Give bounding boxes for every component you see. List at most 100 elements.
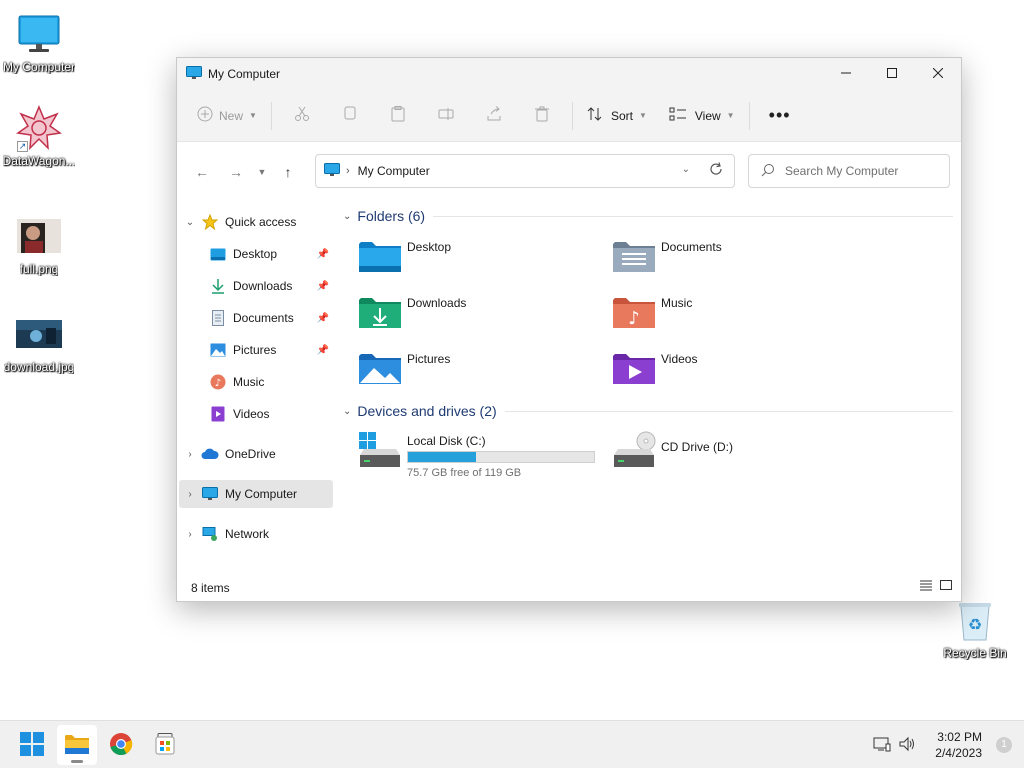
chevron-down-icon: ⌄ xyxy=(343,405,352,417)
chevron-down-icon[interactable]: ⌄ xyxy=(682,164,690,175)
folder-tile-pictures[interactable]: Pictures xyxy=(357,348,607,394)
nav-downloads[interactable]: Downloads 📌 xyxy=(179,272,333,300)
desktop-folder-icon xyxy=(357,236,403,276)
drive-tile-local-disk-c[interactable]: Local Disk (C:) 75.7 GB free of 119 GB xyxy=(357,430,617,479)
nav-documents[interactable]: Documents 📌 xyxy=(179,304,333,332)
network-icon xyxy=(201,526,219,542)
nav-quick-access[interactable]: ⌄ Quick access xyxy=(179,208,333,236)
system-tray: 3:02 PM 2/4/2023 1 xyxy=(873,721,1024,768)
recent-locations-button[interactable]: ▼ xyxy=(251,157,273,187)
start-button[interactable] xyxy=(12,725,52,765)
recycle-bin-icon: ♻ xyxy=(951,596,999,644)
search-box[interactable] xyxy=(748,154,950,188)
hard-drive-icon xyxy=(357,430,403,470)
pin-icon[interactable]: 📌 xyxy=(317,345,329,356)
chevron-right-icon[interactable]: › xyxy=(179,449,201,460)
up-button[interactable]: ↑ xyxy=(273,157,303,187)
more-options-icon: ••• xyxy=(768,105,791,125)
forward-button[interactable]: → xyxy=(221,157,251,187)
details-view-icon[interactable] xyxy=(919,579,933,594)
breadcrumb-my-computer[interactable]: My Computer xyxy=(358,164,430,178)
view-label: View xyxy=(694,108,721,123)
share-button[interactable] xyxy=(470,100,518,132)
volume-icon[interactable] xyxy=(899,736,917,755)
close-icon xyxy=(932,67,944,81)
chevron-down-icon: ▼ xyxy=(726,111,735,120)
svg-text:♪: ♪ xyxy=(215,378,221,389)
nav-my-computer[interactable]: › My Computer xyxy=(179,480,333,508)
folder-tile-downloads[interactable]: Downloads xyxy=(357,292,607,338)
nav-music[interactable]: ♪ Music xyxy=(179,368,333,396)
desktop-icon-label: Recycle Bin xyxy=(943,646,1007,660)
desktop-icon-datawagon[interactable]: ↗ DataWagon... xyxy=(0,104,78,168)
nav-videos[interactable]: Videos xyxy=(179,400,333,428)
maximize-button[interactable] xyxy=(869,58,915,90)
arrow-up-icon: ↑ xyxy=(284,164,292,180)
divider xyxy=(433,215,953,217)
pin-icon[interactable]: 📌 xyxy=(317,313,329,324)
navigation-pane: ⌄ Quick access Desktop 📌 Downloads 📌 Doc… xyxy=(177,202,337,573)
view-button[interactable]: View ▼ xyxy=(661,100,743,132)
sort-button[interactable]: Sort ▼ xyxy=(579,100,655,132)
network-icon[interactable] xyxy=(873,736,891,755)
large-icons-view-icon[interactable] xyxy=(939,579,953,594)
paste-button[interactable] xyxy=(374,100,422,132)
view-list-icon xyxy=(669,107,687,124)
chevron-down-icon[interactable]: ⌄ xyxy=(179,217,201,228)
videos-icon xyxy=(209,406,227,422)
monitor-icon xyxy=(15,10,63,58)
taskbar-file-explorer[interactable] xyxy=(57,725,97,765)
copy-button[interactable] xyxy=(326,100,374,132)
folder-tile-music[interactable]: ♪ Music xyxy=(611,292,861,338)
nav-desktop[interactable]: Desktop 📌 xyxy=(179,240,333,268)
search-input[interactable] xyxy=(785,164,935,178)
folders-section-header[interactable]: ⌄ Folders (6) xyxy=(343,208,953,224)
chevron-down-icon: ▼ xyxy=(249,111,257,120)
clock[interactable]: 3:02 PM 2/4/2023 xyxy=(935,729,982,761)
scissors-icon xyxy=(294,106,310,125)
minimize-button[interactable] xyxy=(823,58,869,90)
desktop-icon-recycle-bin[interactable]: ♻ Recycle Bin xyxy=(936,596,1014,660)
pin-icon[interactable]: 📌 xyxy=(317,281,329,292)
nav-onedrive[interactable]: › OneDrive xyxy=(179,440,333,468)
desktop-icon-full-png[interactable]: full.png xyxy=(0,212,78,276)
chevron-down-icon: ▼ xyxy=(638,111,647,120)
taskbar-store[interactable] xyxy=(145,725,185,765)
address-bar[interactable]: › My Computer ⌄ xyxy=(315,154,735,188)
folder-tile-documents[interactable]: Documents xyxy=(611,236,861,282)
drive-name: CD Drive (D:) xyxy=(661,440,733,454)
folder-tile-desktop[interactable]: Desktop xyxy=(357,236,607,282)
folder-tile-videos[interactable]: Videos xyxy=(611,348,861,394)
desktop-icon-download-jpg[interactable]: download.jpg xyxy=(0,310,78,374)
rename-button[interactable] xyxy=(422,100,470,132)
drives-section-header[interactable]: ⌄ Devices and drives (2) xyxy=(343,403,953,419)
notification-badge[interactable]: 1 xyxy=(996,737,1012,753)
cut-button[interactable] xyxy=(278,100,326,132)
star-icon xyxy=(201,214,219,230)
drive-tile-cd-drive-d[interactable]: CD Drive (D:) xyxy=(611,430,861,476)
chevron-right-icon[interactable]: › xyxy=(179,529,201,540)
svg-text:♪: ♪ xyxy=(628,308,640,329)
monitor-icon xyxy=(324,162,340,180)
delete-button[interactable] xyxy=(518,100,566,132)
breadcrumb-chevron-icon: › xyxy=(346,165,350,177)
content-pane: ⌄ Folders (6) Desktop Documents Download… xyxy=(337,202,961,573)
nav-network[interactable]: › Network xyxy=(179,520,333,548)
videos-folder-icon xyxy=(611,348,657,388)
divider xyxy=(504,410,953,412)
pin-icon[interactable]: 📌 xyxy=(317,249,329,260)
title-bar[interactable]: My Computer xyxy=(177,58,961,90)
back-button[interactable]: ← xyxy=(187,157,217,187)
image-thumbnail xyxy=(15,310,63,358)
nav-label: Network xyxy=(225,527,270,541)
close-button[interactable] xyxy=(915,58,961,90)
desktop-icon-my-computer[interactable]: My Computer xyxy=(0,10,78,74)
new-button[interactable]: New ▼ xyxy=(189,100,265,132)
chevron-right-icon[interactable]: › xyxy=(179,489,201,500)
refresh-icon[interactable] xyxy=(708,161,724,180)
more-options-button[interactable]: ••• xyxy=(756,100,804,132)
file-explorer-window: My Computer New ▼ Sort ▼ View ▼ ••• ← → … xyxy=(176,57,962,602)
nav-pictures[interactable]: Pictures 📌 xyxy=(179,336,333,364)
separator xyxy=(571,101,573,130)
taskbar-chrome[interactable] xyxy=(101,725,141,765)
